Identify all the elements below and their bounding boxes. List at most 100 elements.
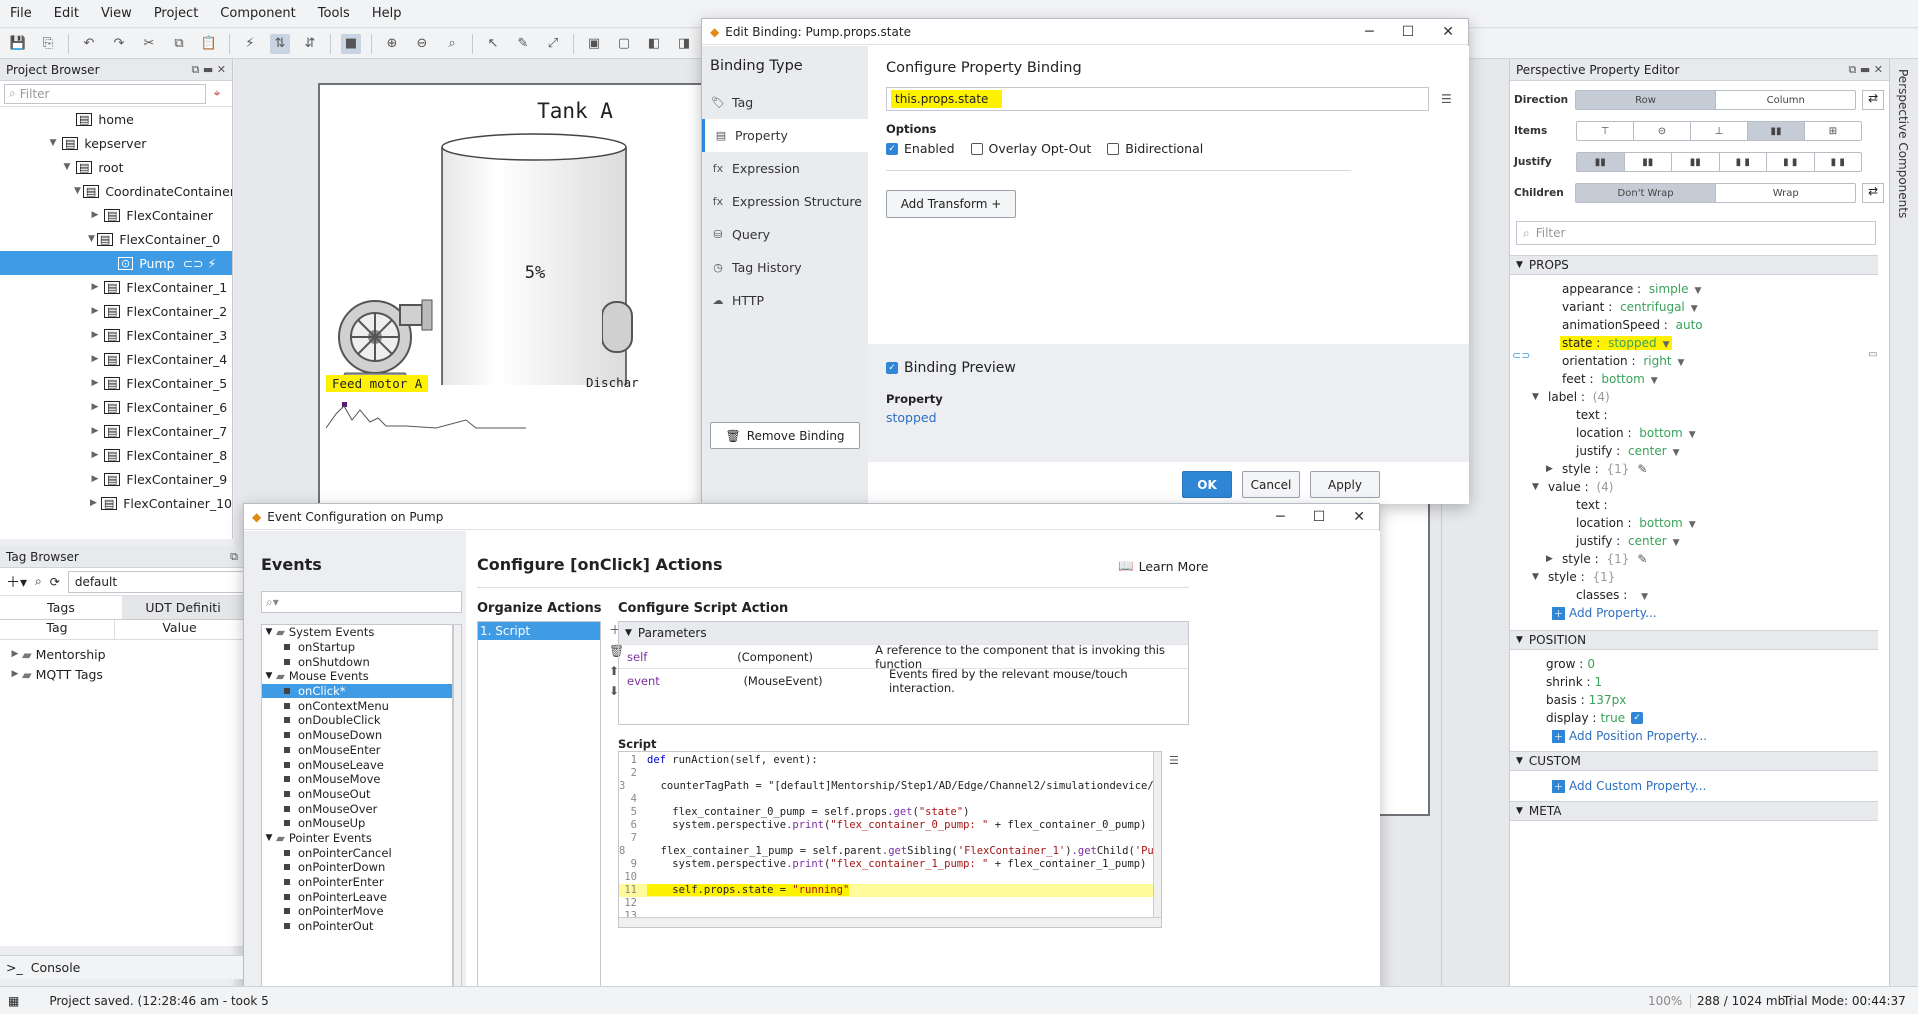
prop-classes[interactable]: classes : ▼ <box>1510 586 1878 604</box>
tree-expander-icon[interactable]: ▶ <box>88 330 102 340</box>
tree-expander-icon[interactable]: ▶ <box>88 210 102 220</box>
custom-section-header[interactable]: ▼ CUSTOM <box>1510 751 1878 771</box>
justify-center-icon[interactable]: ▮▮ <box>1625 153 1672 171</box>
binding-type-http[interactable]: ☁ HTTP <box>702 284 868 317</box>
meta-section-header[interactable]: ▼ META <box>1510 801 1878 821</box>
tag-folder[interactable]: ▶ ▰ MQTT Tags <box>0 664 244 684</box>
cancel-button[interactable]: Cancel <box>1242 471 1300 498</box>
event-item[interactable]: onStartup <box>262 640 452 655</box>
event-item[interactable]: onMouseDown <box>262 728 452 743</box>
maximize-icon[interactable]: ☐ <box>1402 24 1415 40</box>
pen-tool-icon[interactable]: ✎ <box>513 34 533 54</box>
refresh-icon[interactable]: ⟳ <box>50 575 60 589</box>
tree-item[interactable]: ▶ ▤ FlexContainer_6 <box>0 395 232 419</box>
tree-item[interactable]: ▼▤FlexContainer_0⚙ ⚡ <box>0 227 232 251</box>
redo-icon[interactable]: ↷ <box>109 34 129 54</box>
swap-direction-icon[interactable]: ⇄ <box>1862 90 1884 110</box>
tag-folder[interactable]: ▶ ▰ Mentorship <box>0 644 244 664</box>
align-baseline-icon[interactable]: ⊞ <box>1805 122 1861 140</box>
add-property-link[interactable]: ＋ Add Property... <box>1510 604 1878 622</box>
prop-style[interactable]: ▼ style : {1} <box>1510 568 1878 586</box>
tree-expander-icon[interactable]: ▼ <box>60 162 74 172</box>
event-item[interactable]: onPointerMove <box>262 904 452 919</box>
align-stretch-icon[interactable]: ▮▮ <box>1748 122 1805 140</box>
swap-wrap-icon[interactable]: ⇄ <box>1862 183 1884 203</box>
justify-end-icon[interactable]: ▮▮ <box>1672 153 1720 171</box>
event-item[interactable]: onMouseLeave <box>262 757 452 772</box>
tree-item[interactable]: ▶ ▤ FlexContainer_4 <box>0 347 232 371</box>
event-item[interactable]: onPointerCancel <box>262 845 452 860</box>
tree-expander-icon[interactable]: ▶ <box>88 426 102 436</box>
add-tag-icon[interactable]: ＋▾ <box>6 572 27 592</box>
event-item[interactable]: onPointerEnter <box>262 875 452 890</box>
prop-justify[interactable]: justify : center ▼ <box>1510 532 1878 550</box>
tree-expander-icon[interactable]: ▶ <box>88 402 102 412</box>
col-tag-header[interactable]: Tag <box>0 620 115 639</box>
position-shrink[interactable]: shrink :1 <box>1510 673 1878 691</box>
close-icon[interactable]: ✕ <box>1353 509 1365 525</box>
panel-controls-icon[interactable]: ⧉ <box>230 550 238 564</box>
parameters-header[interactable]: ▼ Parameters <box>619 622 1188 644</box>
prop-state[interactable]: state : stopped ▼ <box>1510 334 1878 352</box>
chevron-down-icon[interactable]: ▼ <box>1641 592 1648 602</box>
binding-type-tag[interactable]: 🏷 Tag <box>702 86 868 119</box>
items-align-toggle[interactable]: ⊤ ⊝ ⊥ ▮▮ ⊞ <box>1576 121 1862 141</box>
prop-location[interactable]: location : bottom ▼ <box>1510 514 1878 532</box>
tree-expander-icon[interactable]: ▼ <box>74 186 81 196</box>
style-edit-icon[interactable]: ✎ <box>1637 462 1647 476</box>
event-item[interactable]: onMouseOver <box>262 801 452 816</box>
ungroup-icon[interactable]: ▢ <box>614 34 634 54</box>
direction-column[interactable]: Column <box>1716 91 1855 109</box>
prop-label[interactable]: ▼ label : (4) <box>1510 388 1878 406</box>
code-hscrollbar[interactable] <box>619 917 1161 927</box>
discharge-pump-icon[interactable] <box>602 290 642 380</box>
direction-toggle[interactable]: Row Column <box>1574 90 1857 110</box>
event-item[interactable]: onPointerDown <box>262 860 452 875</box>
tree-item[interactable]: ▤ home <box>0 107 232 131</box>
tree-expander-icon[interactable]: ▶ <box>88 354 102 364</box>
binding-type-expression[interactable]: fx Expression <box>702 152 868 185</box>
save-icon[interactable]: 💾 <box>8 34 28 54</box>
chevron-down-icon[interactable]: ▼ <box>1663 340 1670 350</box>
search-icon[interactable]: ⌕ <box>35 574 42 589</box>
tree-expander-icon[interactable]: ▶ <box>88 498 99 508</box>
event-group[interactable]: ▼ ▰ Mouse Events <box>262 669 452 684</box>
tree-item[interactable]: ▼ ▤ CoordinateContainer <box>0 179 232 203</box>
position-grow[interactable]: grow :0 <box>1510 655 1878 673</box>
tree-expander-icon[interactable]: ▶ <box>88 474 102 484</box>
prop-value[interactable]: ▼ value : (4) <box>1510 478 1878 496</box>
locate-icon[interactable]: ⌖ <box>206 86 228 101</box>
position-basis[interactable]: basis :137px <box>1510 691 1878 709</box>
prop-feet[interactable]: feet : bottom ▼ <box>1510 370 1878 388</box>
save-all-icon[interactable]: ⎘ <box>38 34 58 54</box>
event-group[interactable]: ▼ ▰ System Events <box>262 625 452 640</box>
menu-help[interactable]: Help <box>372 6 402 21</box>
event-item[interactable]: onMouseUp <box>262 816 452 831</box>
event-item[interactable]: onMouseMove <box>262 772 452 787</box>
chevron-down-icon[interactable]: ▼ <box>1694 286 1701 296</box>
chevron-down-icon[interactable]: ▼ <box>1673 448 1680 458</box>
props-section-header[interactable]: ▼ PROPS <box>1510 255 1878 275</box>
zoom-out-icon[interactable]: ⊖ <box>412 34 432 54</box>
path-tool-icon[interactable]: ⤢ <box>543 34 563 54</box>
align-start-icon[interactable]: ⊤ <box>1577 122 1634 140</box>
col-value-header[interactable]: Value <box>115 620 244 639</box>
tab-tags[interactable]: Tags <box>0 596 122 619</box>
binding-type-expression-structure[interactable]: fx Expression Structure <box>702 185 868 218</box>
maximize-icon[interactable]: ☐ <box>1313 509 1326 525</box>
justify-around-icon[interactable]: ▮ ▮ <box>1767 153 1815 171</box>
prop-text[interactable]: text : <box>1510 406 1878 424</box>
chevron-down-icon[interactable]: ▼ <box>1532 392 1546 402</box>
event-item[interactable]: onMouseEnter <box>262 743 452 758</box>
prop-animationSpeed[interactable]: animationSpeed : auto <box>1510 316 1878 334</box>
tree-item[interactable]: ▶ ▤ FlexContainer_1 <box>0 275 232 299</box>
tree-expander-icon[interactable]: ▶ <box>88 306 102 316</box>
tree-item[interactable]: ▶ ▤ FlexContainer_8 <box>0 443 232 467</box>
undo-icon[interactable]: ↶ <box>79 34 99 54</box>
stop-icon[interactable]: ■ <box>341 33 361 54</box>
add-custom-link[interactable]: ＋ Add Custom Property... <box>1510 777 1878 795</box>
direction-row[interactable]: Row <box>1575 91 1717 109</box>
event-item[interactable]: onDoubleClick <box>262 713 452 728</box>
select-tool-icon[interactable]: ↖ <box>483 34 503 54</box>
tree-expander-icon[interactable]: ▶ <box>8 669 22 679</box>
